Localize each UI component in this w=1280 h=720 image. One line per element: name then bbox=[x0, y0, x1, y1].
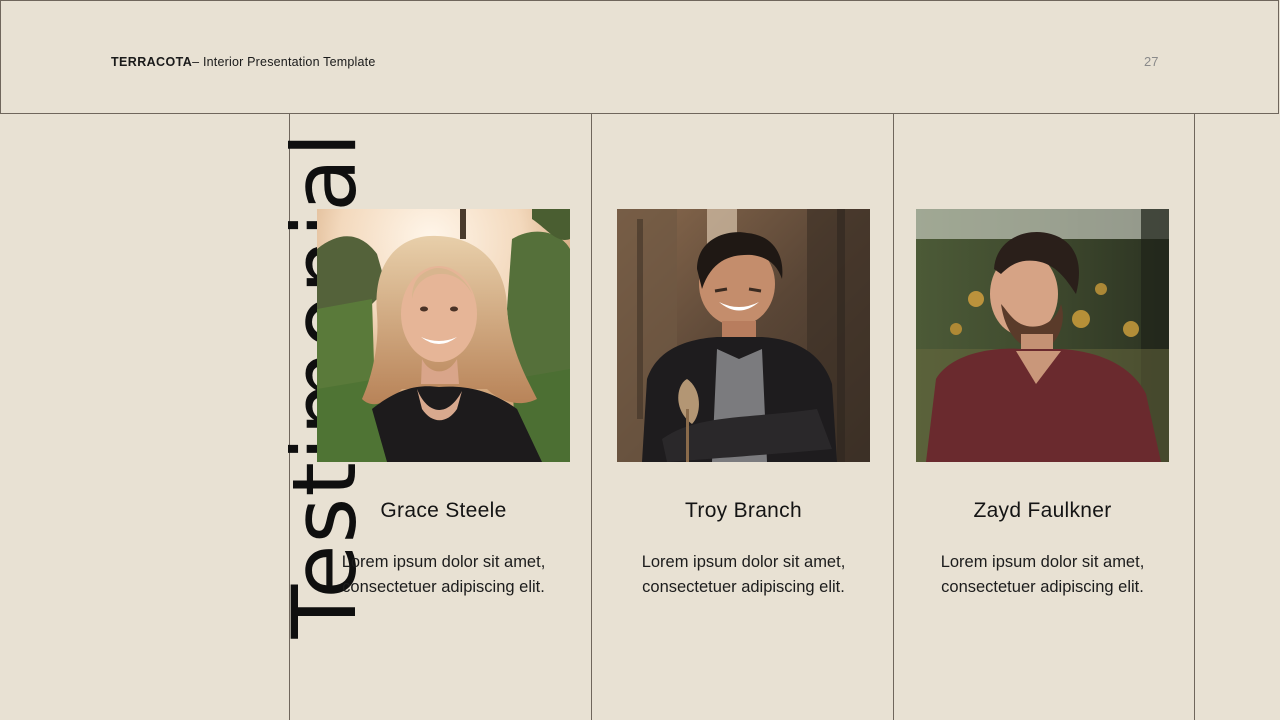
testimonial-text-line: Lorem ipsum dolor sit amet, bbox=[341, 553, 546, 571]
smiling-man-portrait-photo bbox=[617, 209, 870, 462]
bearded-man-portrait-photo bbox=[916, 209, 1169, 462]
title-container: Testimonial bbox=[95, 132, 376, 639]
testimonial-name: Troy Branch bbox=[685, 499, 802, 522]
testimonial-text-line: Lorem ipsum dolor sit amet, bbox=[641, 553, 846, 571]
testimonial-text: Lorem ipsum dolor sit amet, consectetuer… bbox=[916, 550, 1169, 600]
testimonial-text-line: consectetuer adipiscing elit. bbox=[342, 578, 545, 596]
slide: TERRACOTA– Interior Presentation Templat… bbox=[0, 0, 1280, 720]
testimonial-text-line: consectetuer adipiscing elit. bbox=[941, 578, 1144, 596]
column-divider bbox=[591, 114, 592, 720]
column-divider bbox=[893, 114, 894, 720]
testimonial-text-line: consectetuer adipiscing elit. bbox=[642, 578, 845, 596]
testimonial-text: Lorem ipsum dolor sit amet, consectetuer… bbox=[317, 550, 570, 600]
testimonial-name: Zayd Faulkner bbox=[973, 499, 1112, 522]
brand-name: TERRACOTA bbox=[111, 55, 193, 69]
brand-subtitle: – Interior Presentation Template bbox=[192, 55, 376, 69]
testimonial-text-line: Lorem ipsum dolor sit amet, bbox=[940, 553, 1145, 571]
testimonial-card: Troy Branch Lorem ipsum dolor sit amet, … bbox=[617, 209, 870, 600]
testimonial-card: Zayd Faulkner Lorem ipsum dolor sit amet… bbox=[916, 209, 1169, 600]
page-number: 27 bbox=[1144, 54, 1159, 69]
woman-portrait-photo bbox=[317, 209, 570, 462]
testimonial-name: Grace Steele bbox=[380, 499, 507, 522]
testimonial-card: Grace Steele Lorem ipsum dolor sit amet,… bbox=[317, 209, 570, 600]
presentation-brand: TERRACOTA– Interior Presentation Templat… bbox=[111, 55, 376, 69]
testimonial-text: Lorem ipsum dolor sit amet, consectetuer… bbox=[617, 550, 870, 600]
column-divider bbox=[1194, 114, 1195, 720]
